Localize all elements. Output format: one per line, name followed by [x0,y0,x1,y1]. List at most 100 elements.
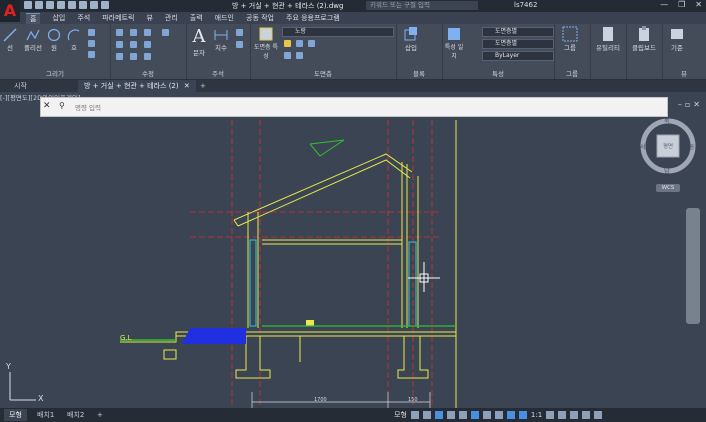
leader-icon[interactable] [236,29,243,36]
search-input[interactable]: 키워드 또는 구절 입력 [366,1,478,10]
ortho-icon[interactable] [434,411,443,419]
match-properties-button[interactable]: 특성 일치 [444,26,464,60]
dimension-tool[interactable]: 치수 [212,28,230,52]
mirror-icon[interactable] [130,41,137,48]
polar-icon[interactable] [446,411,455,419]
modify-panel-title[interactable]: 수정 [110,68,186,78]
restore-icon[interactable]: ❐ [678,0,685,9]
clipboard-button[interactable]: 클립보드 [630,26,658,52]
layer-off-icon[interactable] [308,40,315,47]
new-icon[interactable] [24,1,32,9]
viewcube[interactable]: 평면 북 남 동 서 [640,116,696,175]
viewport-close-icon[interactable]: ✕ [693,100,700,109]
viewcube-north[interactable]: 북 [664,116,670,125]
grid-icon[interactable] [410,411,419,419]
lineweight-icon[interactable] [482,411,491,419]
fullscreen-icon[interactable] [582,411,591,419]
hatch-icon[interactable] [88,40,95,47]
layout-tab-2[interactable]: 배치2 [62,409,89,421]
layer-lock-icon[interactable] [296,52,303,59]
isodraft-icon[interactable] [458,411,467,419]
save-as-icon[interactable] [57,1,65,9]
new-tab-button[interactable]: + [194,80,212,92]
fillet-icon[interactable] [144,41,151,48]
annotation-scale-icon[interactable] [506,411,515,419]
layer-dropdown[interactable]: 노랑 [282,27,394,37]
viewcube-west[interactable]: 서 [640,142,646,151]
rectangle-icon[interactable] [88,29,95,36]
tab-featured-apps[interactable]: 주요 응용프로그램 [286,13,340,23]
print-icon[interactable] [79,1,87,9]
viewcube-south[interactable]: 남 [664,166,670,175]
web-open-icon[interactable] [68,1,76,9]
drawing-canvas[interactable]: G.L 1700 150 Y X [0,92,706,408]
color-dropdown[interactable]: 도면층별 [482,27,554,37]
erase-icon[interactable] [162,29,169,36]
text-tool[interactable]: A 문자 [190,26,208,57]
viewport-restore-icon[interactable]: ▫ [685,100,690,109]
block-panel-title[interactable]: 블록 [396,68,442,78]
user-name[interactable]: ls7462 [514,1,537,9]
trim-icon[interactable] [144,29,151,36]
close-icon[interactable]: ✕ [695,0,702,9]
tab-output[interactable]: 출력 [190,13,203,23]
annotation-visibility-icon[interactable] [518,411,527,419]
base-view-button[interactable]: 기준 [666,26,688,52]
layer-match-icon[interactable] [296,40,303,47]
arc-tool[interactable]: 호 [66,28,82,52]
linetype-dropdown[interactable]: 도면층별 [482,39,554,49]
ellipse-icon[interactable] [88,51,95,58]
insert-block-button[interactable]: 삽입 [400,26,422,52]
menu-icon[interactable] [594,411,603,419]
plus-icon[interactable] [558,411,567,419]
stretch-icon[interactable] [116,53,123,60]
lineweight-dropdown[interactable]: ByLayer [482,51,554,61]
layer-properties-button[interactable]: 도면층 특성 [254,26,278,60]
save-icon[interactable] [46,1,54,9]
viewcube-east[interactable]: 동 [689,142,695,151]
command-line[interactable]: ✕ ⚲ 명령 입력 [40,97,668,117]
groups-panel-title[interactable]: 그룹 [554,68,590,78]
properties-panel-title[interactable]: 특성 [442,68,554,78]
search-command-icon[interactable]: ⚲ [59,101,65,110]
close-command-icon[interactable]: ✕ [43,101,51,111]
tab-current-drawing[interactable]: 방 + 거실 + 현관 + 테라스 (2) ✕ [78,80,196,92]
copy-icon[interactable] [116,41,123,48]
move-icon[interactable] [116,29,123,36]
layers-panel-title[interactable]: 도면층 [250,68,396,78]
tab-collaborate[interactable]: 공동 작업 [246,13,274,23]
scale-icon[interactable] [130,53,137,60]
viewport-minimize-icon[interactable]: – [678,100,682,109]
rotate-icon[interactable] [130,29,137,36]
table-icon[interactable] [236,41,243,48]
view-panel-title[interactable]: 뷰 [662,68,706,78]
minimize-icon[interactable]: — [660,0,668,9]
draw-panel-title[interactable]: 그리기 [0,68,110,78]
tab-start[interactable]: 시작 [8,80,33,92]
array-icon[interactable] [144,53,151,60]
tab-addins[interactable]: 애드인 [215,13,234,23]
object-snap-icon[interactable] [470,411,479,419]
layout-tab-model[interactable]: 모형 [4,409,27,421]
transparency-icon[interactable] [494,411,503,419]
add-layout-button[interactable]: + [92,409,108,421]
viewcube-face[interactable]: 평면 [657,142,679,150]
layer-state-icon[interactable] [284,40,291,47]
circle-tool[interactable]: 원 [46,28,62,52]
command-input[interactable]: 명령 입력 [75,102,101,112]
tab-annotate[interactable]: 주석 [77,13,90,23]
utilities-button[interactable]: 유틸리티 [594,26,622,52]
wcs-menu[interactable]: WCS [656,184,680,192]
tab-manage[interactable]: 관리 [165,13,178,23]
model-space-label[interactable]: 모형 [394,410,407,420]
tab-home[interactable]: 홈 [26,12,41,24]
line-tool[interactable]: 선 [2,28,18,52]
undo-icon[interactable] [90,1,98,9]
group-button[interactable]: 그룹 [558,26,582,52]
polyline-tool[interactable]: 폴리선 [22,28,44,52]
tab-view[interactable]: 뷰 [146,13,152,23]
layer-freeze-icon[interactable] [284,52,291,59]
open-icon[interactable] [35,1,43,9]
snap-icon[interactable] [422,411,431,419]
tab-parametric[interactable]: 파라메트릭 [102,13,134,23]
